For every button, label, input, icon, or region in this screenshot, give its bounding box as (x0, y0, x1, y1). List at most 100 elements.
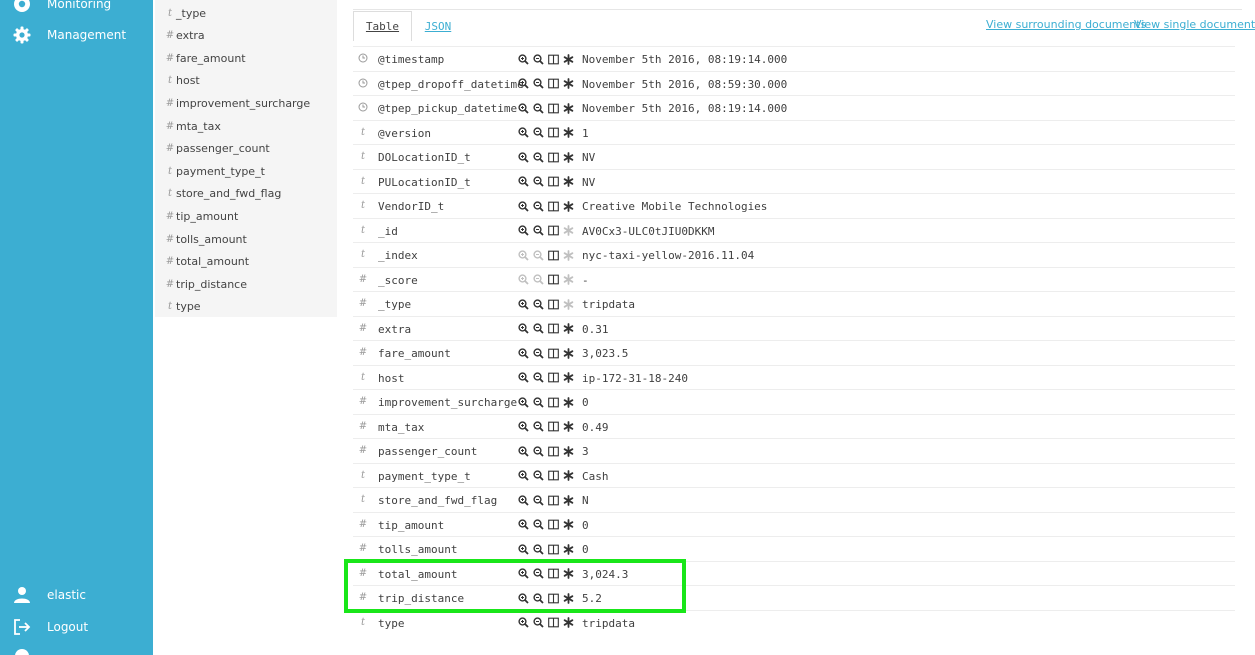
field-list-item[interactable]: # improvement_surcharge (155, 92, 337, 114)
filter-for-value-icon[interactable] (517, 151, 529, 163)
toggle-column-icon[interactable] (547, 372, 559, 384)
filter-out-value-icon[interactable] (532, 225, 544, 237)
filter-exists-icon[interactable] (562, 445, 574, 457)
filter-out-value-icon[interactable] (532, 445, 544, 457)
filter-exists-icon[interactable] (562, 249, 574, 261)
filter-exists-icon[interactable] (562, 519, 574, 531)
filter-exists-icon[interactable] (562, 543, 574, 555)
filter-out-value-icon[interactable] (532, 127, 544, 139)
filter-for-value-icon[interactable] (517, 543, 529, 555)
filter-exists-icon[interactable] (562, 421, 574, 433)
filter-for-value-icon[interactable] (517, 347, 529, 359)
filter-exists-icon[interactable] (562, 176, 574, 188)
view-surrounding-link[interactable]: View surrounding documents (986, 18, 1146, 31)
filter-out-value-icon[interactable] (532, 396, 544, 408)
toggle-column-icon[interactable] (547, 127, 559, 139)
filter-for-value-icon[interactable] (517, 470, 529, 482)
filter-for-value-icon[interactable] (517, 225, 529, 237)
filter-for-value-icon[interactable] (517, 445, 529, 457)
filter-for-value-icon[interactable] (517, 298, 529, 310)
field-list-item[interactable]: # trip_distance (155, 273, 337, 295)
filter-for-value-icon[interactable] (517, 78, 529, 90)
field-list-item[interactable]: # tolls_amount (155, 228, 337, 250)
filter-for-value-icon[interactable] (517, 274, 529, 286)
toggle-column-icon[interactable] (547, 102, 559, 114)
filter-exists-icon[interactable] (562, 274, 574, 286)
nav-extra[interactable] (0, 643, 153, 655)
filter-exists-icon[interactable] (562, 225, 574, 237)
filter-out-value-icon[interactable] (532, 323, 544, 335)
toggle-column-icon[interactable] (547, 176, 559, 188)
tab-table[interactable]: Table (353, 11, 412, 41)
filter-for-value-icon[interactable] (517, 102, 529, 114)
toggle-column-icon[interactable] (547, 78, 559, 90)
field-list-item[interactable]: t store_and_fwd_flag (155, 183, 337, 205)
filter-out-value-icon[interactable] (532, 372, 544, 384)
filter-out-value-icon[interactable] (532, 249, 544, 261)
filter-for-value-icon[interactable] (517, 127, 529, 139)
field-list-item[interactable]: t type (155, 296, 337, 318)
toggle-column-icon[interactable] (547, 151, 559, 163)
filter-for-value-icon[interactable] (517, 176, 529, 188)
filter-out-value-icon[interactable] (532, 543, 544, 555)
filter-out-value-icon[interactable] (532, 298, 544, 310)
toggle-column-icon[interactable] (547, 445, 559, 457)
toggle-column-icon[interactable] (547, 617, 559, 629)
filter-exists-icon[interactable] (562, 151, 574, 163)
filter-for-value-icon[interactable] (517, 323, 529, 335)
filter-out-value-icon[interactable] (532, 151, 544, 163)
toggle-column-icon[interactable] (547, 470, 559, 482)
toggle-column-icon[interactable] (547, 274, 559, 286)
view-single-link[interactable]: View single document (1134, 18, 1255, 31)
toggle-column-icon[interactable] (547, 53, 559, 65)
toggle-column-icon[interactable] (547, 298, 559, 310)
filter-exists-icon[interactable] (562, 78, 574, 90)
filter-exists-icon[interactable] (562, 396, 574, 408)
filter-for-value-icon[interactable] (517, 519, 529, 531)
filter-exists-icon[interactable] (562, 298, 574, 310)
toggle-column-icon[interactable] (547, 347, 559, 359)
field-list-item[interactable]: # mta_tax (155, 115, 337, 137)
filter-out-value-icon[interactable] (532, 421, 544, 433)
filter-exists-icon[interactable] (562, 102, 574, 114)
filter-out-value-icon[interactable] (532, 494, 544, 506)
field-list-item[interactable]: t host (155, 70, 337, 92)
filter-out-value-icon[interactable] (532, 102, 544, 114)
filter-out-value-icon[interactable] (532, 200, 544, 212)
filter-for-value-icon[interactable] (517, 249, 529, 261)
field-list-item[interactable]: t payment_type_t (155, 160, 337, 182)
filter-for-value-icon[interactable] (517, 396, 529, 408)
toggle-column-icon[interactable] (547, 249, 559, 261)
filter-exists-icon[interactable] (562, 494, 574, 506)
field-list-item[interactable]: t _type (155, 2, 337, 24)
tab-json[interactable]: JSON (417, 11, 459, 41)
filter-exists-icon[interactable] (562, 372, 574, 384)
filter-exists-icon[interactable] (562, 200, 574, 212)
field-list-item[interactable]: # extra (155, 25, 337, 47)
filter-for-value-icon[interactable] (517, 421, 529, 433)
filter-exists-icon[interactable] (562, 53, 574, 65)
toggle-column-icon[interactable] (547, 225, 559, 237)
filter-out-value-icon[interactable] (532, 519, 544, 531)
toggle-column-icon[interactable] (547, 519, 559, 531)
nav-logout[interactable]: Logout (0, 614, 153, 640)
filter-out-value-icon[interactable] (532, 470, 544, 482)
filter-exists-icon[interactable] (562, 127, 574, 139)
field-list-item[interactable]: # fare_amount (155, 47, 337, 69)
toggle-column-icon[interactable] (547, 323, 559, 335)
field-list-item[interactable]: # total_amount (155, 251, 337, 273)
toggle-column-icon[interactable] (547, 543, 559, 555)
field-list-item[interactable]: # tip_amount (155, 205, 337, 227)
filter-for-value-icon[interactable] (517, 372, 529, 384)
filter-exists-icon[interactable] (562, 617, 574, 629)
field-list-item[interactable]: # passenger_count (155, 138, 337, 160)
filter-out-value-icon[interactable] (532, 274, 544, 286)
filter-for-value-icon[interactable] (517, 53, 529, 65)
nav-user[interactable]: elastic (0, 582, 153, 608)
filter-out-value-icon[interactable] (532, 617, 544, 629)
filter-out-value-icon[interactable] (532, 347, 544, 359)
filter-out-value-icon[interactable] (532, 176, 544, 188)
filter-for-value-icon[interactable] (517, 617, 529, 629)
nav-management[interactable]: Management (0, 22, 153, 48)
filter-out-value-icon[interactable] (532, 78, 544, 90)
